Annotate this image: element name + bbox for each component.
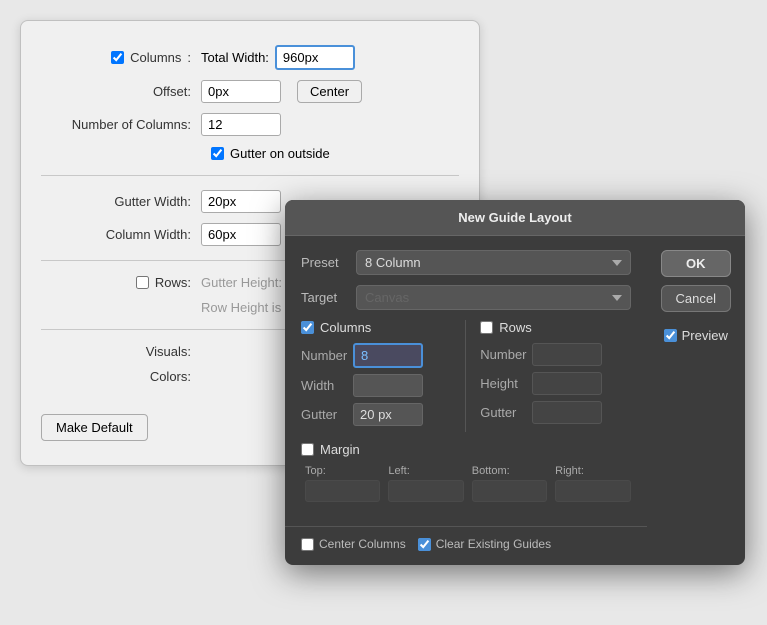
columns-checkbox[interactable] [111,51,124,64]
clear-guides-check: Clear Existing Guides [418,537,551,551]
dialog-body: Preset 8 Column 4 Column 12 Column Targe… [285,236,647,526]
total-width-row: Columns: Total Width: [41,45,459,70]
gutter-outside-checkbox[interactable] [211,147,224,160]
columns-gutter-row: Gutter [301,403,451,426]
margin-label: Margin [320,442,360,457]
rows-height-input[interactable] [532,372,602,395]
gutter-outside-label: Gutter on outside [230,146,330,161]
center-button[interactable]: Center [297,80,362,103]
margin-fields: Top: Left: Bottom: Right: [301,465,631,502]
total-width-input[interactable] [275,45,355,70]
preset-row: Preset 8 Column 4 Column 12 Column [301,250,631,275]
columns-section-header: Columns [301,320,451,335]
margin-header: Margin [301,442,631,457]
target-select[interactable]: Canvas [356,285,631,310]
margin-bottom-field: Bottom: [472,465,547,502]
columns-label: Columns [130,50,181,65]
new-guide-layout-dialog: New Guide Layout Preset 8 Column 4 Colum… [285,200,745,565]
margin-top-label: Top: [305,465,326,477]
section-divider [465,320,466,432]
dialog-bottom: Center Columns Clear Existing Guides [285,526,647,565]
columns-width-input[interactable] [353,374,423,397]
gutter-width-label: Gutter Width: [41,194,201,209]
target-label: Target [301,290,356,305]
dialog-left-panel: Preset 8 Column 4 Column 12 Column Targe… [285,236,647,565]
rows-number-input[interactable] [532,343,602,366]
colors-label: Colors: [41,369,201,384]
rows-section: Rows Number Height Gutter [480,320,630,432]
num-columns-label: Number of Columns: [41,117,201,132]
gutter-width-input[interactable] [201,190,281,213]
columns-gutter-input[interactable] [353,403,423,426]
columns-section: Columns Number Width Gutter [301,320,451,432]
offset-label-spacer: Offset: [41,84,201,99]
columns-number-label: Number [301,348,353,363]
rows-number-row: Number [480,343,630,366]
rows-gutter-input[interactable] [532,401,602,424]
column-width-input[interactable] [201,223,281,246]
center-columns-check: Center Columns [301,537,406,551]
columns-number-row: Number [301,343,451,368]
columns-width-row: Width [301,374,451,397]
rows-height-row: Height [480,372,630,395]
offset-row: Offset: Center [41,80,459,103]
margin-top-input[interactable] [305,480,380,502]
columns-section-checkbox[interactable] [301,321,314,334]
columns-width-label: Width [301,378,353,393]
dialog-title: New Guide Layout [458,210,571,225]
rows-gutter-row: Gutter [480,401,630,424]
offset-label: Offset: [153,84,191,99]
num-columns-input[interactable] [201,113,281,136]
rows-section-label: Rows [499,320,532,335]
rows-label: Rows: [155,275,191,290]
rows-checkbox[interactable] [136,276,149,289]
margin-left-field: Left: [388,465,463,502]
make-default-button[interactable]: Make Default [41,414,148,441]
target-row: Target Canvas [301,285,631,310]
dialog-titlebar: New Guide Layout [285,200,745,236]
rows-label-cell: Rows: [41,275,201,290]
total-width-label: Total Width: [201,50,269,65]
preview-label: Preview [682,328,728,343]
dialog-right-panel: OK Cancel Preview [647,236,745,565]
ok-button[interactable]: OK [661,250,731,277]
preview-checkbox[interactable] [664,329,677,342]
margin-checkbox[interactable] [301,443,314,456]
offset-input[interactable] [201,80,281,103]
preset-select[interactable]: 8 Column 4 Column 12 Column [356,250,631,275]
column-width-label: Column Width: [41,227,201,242]
margin-right-field: Right: [555,465,630,502]
center-columns-checkbox[interactable] [301,538,314,551]
rows-section-header: Rows [480,320,630,335]
visuals-label: Visuals: [41,344,201,359]
cancel-button[interactable]: Cancel [661,285,731,312]
rows-height-label: Height [480,376,532,391]
columns-checkbox-label: Columns: [41,50,201,65]
margin-section: Margin Top: Left: Bottom: [301,442,631,502]
margin-right-label: Right: [555,465,584,477]
columns-section-label: Columns [320,320,371,335]
margin-bottom-input[interactable] [472,480,547,502]
row-height-label: Row Height is [201,300,281,315]
cols-rows-section: Columns Number Width Gutter [301,320,631,432]
preview-check: Preview [664,328,728,343]
clear-guides-label: Clear Existing Guides [436,537,551,551]
columns-gutter-label: Gutter [301,407,353,422]
center-columns-label: Center Columns [319,537,406,551]
clear-guides-checkbox[interactable] [418,538,431,551]
margin-right-input[interactable] [555,480,630,502]
preset-label: Preset [301,255,356,270]
margin-left-input[interactable] [388,480,463,502]
margin-bottom-label: Bottom: [472,465,510,477]
num-columns-row: Number of Columns: [41,113,459,136]
rows-gutter-label: Gutter [480,405,532,420]
margin-left-label: Left: [388,465,409,477]
margin-top-field: Top: [305,465,380,502]
gutter-height-label: Gutter Height: [201,275,282,290]
rows-section-checkbox[interactable] [480,321,493,334]
columns-number-input[interactable] [353,343,423,368]
gutter-outside-row: Gutter on outside [211,146,459,161]
rows-number-label: Number [480,347,532,362]
